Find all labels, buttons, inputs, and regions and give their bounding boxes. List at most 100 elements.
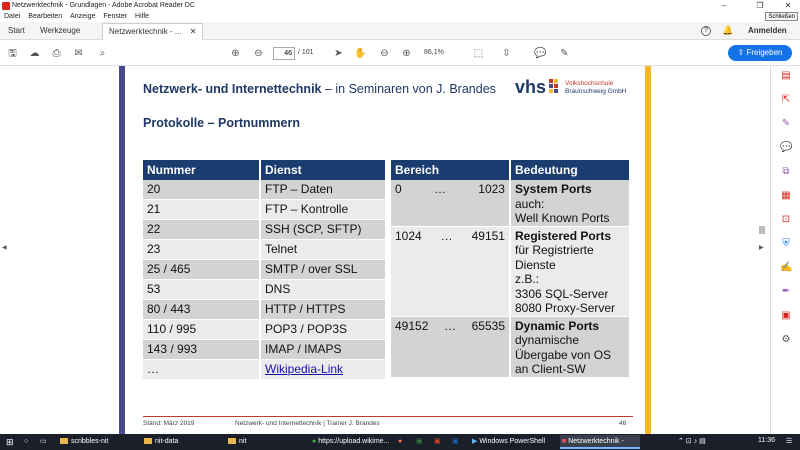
taskbar-item-scribbles[interactable]: scribbles-nit: [58, 435, 138, 449]
menu-fenster[interactable]: Fenster: [103, 13, 127, 20]
vhs-logo-subtitle: Volkshochschule Braunschweig GmbH: [565, 80, 626, 96]
task-view-icon[interactable]: ▭: [38, 435, 47, 449]
ports-header-service: Dienst: [261, 160, 387, 180]
slide-header: Netzwerk- und Internettechnik – in Semin…: [143, 82, 496, 96]
taskbar-item-acrobat[interactable]: ■ Netzwerktechnik - Gru...: [560, 435, 640, 449]
page-down-icon[interactable]: ⊖: [252, 47, 265, 60]
notifications-icon[interactable]: ☰: [784, 435, 792, 449]
folder-icon: [60, 438, 68, 445]
search-taskbar-icon[interactable]: ○: [22, 435, 28, 449]
port-service: DNS: [261, 280, 387, 300]
footer-page-number: 46: [619, 420, 627, 427]
port-service: Wikipedia-Link: [261, 360, 387, 380]
combine-files-icon[interactable]: ⧉: [780, 166, 792, 178]
taskbar-label: scribbles-nit: [71, 438, 109, 445]
bell-icon[interactable]: 🔔: [722, 25, 733, 36]
scroll-mode-icon[interactable]: ⇳: [500, 47, 513, 60]
close-button[interactable]: ✕: [776, 0, 800, 12]
range-line: dynamische: [515, 333, 580, 347]
taskbar-item-nit[interactable]: nit: [226, 435, 306, 449]
footer-divider: [143, 416, 633, 417]
excel-icon[interactable]: ▣: [414, 435, 423, 449]
powerpoint-icon[interactable]: ▣: [432, 435, 441, 449]
port-number: 23: [143, 240, 261, 260]
port-number: 110 / 995: [143, 320, 261, 340]
table-row: 49152 … 65535 Dynamic Ports dynamische Übe…: [391, 316, 631, 378]
fill-sign-icon[interactable]: ✍: [780, 262, 792, 274]
taskbar-item-nit-data[interactable]: nit-data: [142, 435, 222, 449]
right-tools-panel: ▤ ⇱ ✎ 💬 ⧉ ▦ ⊡ ⛨ ✍ ✒ ▣ ⚙: [770, 66, 800, 434]
menu-anzeige[interactable]: Anzeige: [70, 13, 95, 20]
share-button[interactable]: ⇪ Freigeben: [728, 45, 792, 61]
tools-settings-icon[interactable]: ⚙: [780, 334, 792, 346]
tab-close-icon[interactable]: ✕: [190, 27, 197, 36]
right-panel-toggle-icon[interactable]: ▶: [759, 244, 764, 251]
table-row: 25 / 465 SMTP / over SSL: [143, 260, 387, 280]
taskbar-label: nit: [239, 438, 247, 445]
tab-start[interactable]: Start: [8, 22, 25, 40]
range-dots: …: [440, 228, 453, 243]
protect-icon[interactable]: ⛨: [780, 238, 792, 250]
taskbar-item-browser[interactable]: ● https://upload.wikime...: [310, 435, 390, 449]
taskbar-item-powershell[interactable]: ▶ Windows PowerShell: [470, 435, 556, 449]
left-panel-toggle-icon[interactable]: ◀: [2, 244, 7, 251]
edit-pdf-icon[interactable]: ✎: [780, 118, 792, 130]
upload-icon[interactable]: ☁: [28, 47, 41, 60]
table-row: 110 / 995 POP3 / POP3S: [143, 320, 387, 340]
highlight-pen-icon[interactable]: ✎: [558, 47, 571, 60]
menu-hilfe[interactable]: Hilfe: [135, 13, 149, 20]
comment-tool-icon[interactable]: 💬: [780, 142, 792, 154]
scrollbar-thumb[interactable]: [759, 226, 765, 234]
tab-tools[interactable]: Werkzeuge: [40, 22, 80, 40]
page-up-icon[interactable]: ⊕: [229, 47, 242, 60]
zoom-out-icon[interactable]: ⊖: [378, 47, 391, 60]
tab-document[interactable]: Netzwerktechnik - ... ✕: [102, 23, 204, 40]
close-tooltip: Schließen: [765, 12, 798, 21]
email-icon[interactable]: ✉: [72, 47, 85, 60]
comment-icon[interactable]: 💬: [534, 47, 547, 60]
fit-page-icon[interactable]: ⬚: [472, 47, 485, 60]
compress-pdf-icon[interactable]: ⊡: [780, 214, 792, 226]
zoom-in-icon[interactable]: ⊕: [400, 47, 413, 60]
export-pdf-icon[interactable]: ⇱: [780, 94, 792, 106]
select-cursor-icon[interactable]: ➤: [332, 47, 345, 60]
vhs-logo-line1: Volkshochschule: [565, 80, 614, 87]
zoom-level[interactable]: 86,1%: [424, 49, 444, 56]
signin-button[interactable]: Anmelden: [748, 22, 787, 40]
system-tray-icons[interactable]: ⌃ ⊡ ♪ ▤: [676, 435, 706, 449]
search-icon[interactable]: ⌕: [96, 47, 109, 60]
toolbar: 🖫 ☁ ⎙ ✉ ⌕ ⊕ ⊖ / 101 ➤ ✋ ⊖ ⊕ 86,1% ⬚ ⇳ 💬 …: [0, 40, 800, 66]
port-service: SMTP / over SSL: [261, 260, 387, 280]
minimize-button[interactable]: –: [712, 0, 736, 12]
table-row: 53 DNS: [143, 280, 387, 300]
page-number-input[interactable]: [273, 47, 295, 60]
range-cell: 49152 … 65535: [391, 316, 511, 378]
help-icon[interactable]: ?: [701, 26, 711, 36]
windows-start-icon[interactable]: ⊞: [4, 435, 14, 449]
tab-document-label: Netzwerktechnik - ...: [109, 27, 182, 36]
ranges-header-range: Bereich: [391, 160, 511, 180]
wikipedia-link[interactable]: Wikipedia-Link: [265, 362, 343, 376]
organize-pages-icon[interactable]: ▦: [780, 190, 792, 202]
table-row: 22 SSH (SCP, SFTP): [143, 220, 387, 240]
send-for-signature-icon[interactable]: ✒: [780, 286, 792, 298]
word-icon[interactable]: ▣: [450, 435, 459, 449]
create-pdf-icon[interactable]: ▤: [780, 70, 792, 82]
save-icon[interactable]: 🖫: [6, 47, 19, 60]
hand-tool-icon[interactable]: ✋: [354, 47, 367, 60]
more-tools-icon[interactable]: ▣: [780, 310, 792, 322]
range-line: für Registrierte: [515, 243, 594, 257]
menu-datei[interactable]: Datei: [4, 13, 20, 20]
print-icon[interactable]: ⎙: [50, 47, 63, 60]
table-row: 21 FTP – Kontrolle: [143, 200, 387, 220]
range-from: 0: [395, 182, 402, 196]
range-title: System Ports: [515, 182, 592, 196]
maximize-button[interactable]: ❐: [748, 0, 772, 12]
footer-center: Netzwerk- und Internettechnik | Trainer …: [235, 420, 380, 427]
window-title: Netzwerktechnik - Grundlagen - Adobe Acr…: [12, 2, 195, 9]
vhs-logo-mark-icon: [549, 79, 563, 97]
firefox-icon[interactable]: ●: [396, 435, 402, 449]
menu-bearbeiten[interactable]: Bearbeiten: [28, 13, 62, 20]
port-service: HTTP / HTTPS: [261, 300, 387, 320]
range-line: Well Known Ports: [515, 211, 610, 225]
